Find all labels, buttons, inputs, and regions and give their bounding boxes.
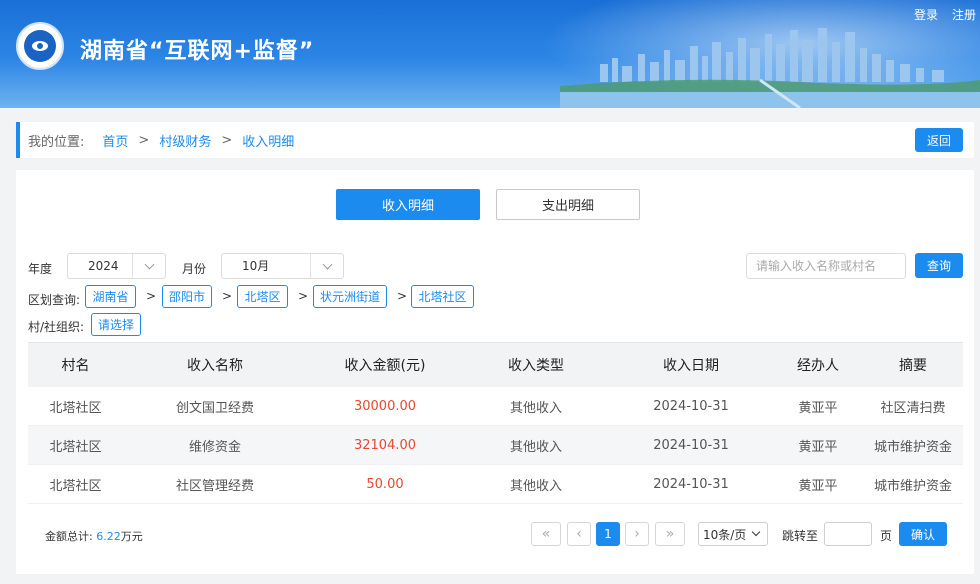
jump-page-input[interactable] [824, 522, 872, 546]
cell-income-type: 其他收入 [509, 400, 562, 416]
table-row: 北塔社区 社区管理经费 50.00 其他收入 2024-10-31 黄亚平 城市… [28, 465, 963, 504]
month-label: 月份 [182, 262, 207, 276]
cell-date: 2024-10-31 [653, 476, 729, 492]
table-row: 北塔社区 创文国卫经费 30000.00 其他收入 2024-10-31 黄亚平… [28, 387, 963, 426]
column-header: 收入类型 [508, 358, 564, 374]
jump-label: 跳转至 [782, 529, 819, 543]
page-size-select[interactable]: 10条/页 [698, 522, 768, 546]
breadcrumb-label: 我的位置: [28, 134, 85, 150]
region-community-chip[interactable]: 北塔社区 [411, 285, 474, 308]
table-row: 北塔社区 维修资金 32104.00 其他收入 2024-10-31 黄亚平 城… [28, 426, 963, 465]
back-button[interactable]: 返回 [915, 128, 963, 152]
org-label: 村/社组织: [28, 320, 85, 334]
confirm-jump-button[interactable]: 确认 [899, 522, 947, 546]
cell-handler: 黄亚平 [798, 400, 838, 416]
tab-expense-detail[interactable]: 支出明细 [496, 189, 640, 220]
column-header: 经办人 [797, 358, 839, 374]
breadcrumb: 我的位置: 首页 > 村级财务 > 收入明细 返回 [16, 122, 974, 158]
page-1-button[interactable]: 1 [596, 522, 620, 546]
total-unit: 万元 [120, 530, 143, 543]
region-street-chip[interactable]: 状元洲街道 [313, 285, 387, 308]
breadcrumb-separator: > [221, 132, 233, 148]
region-district-chip[interactable]: 北塔区 [237, 285, 288, 308]
cell-amount: 32104.00 [353, 437, 417, 453]
column-header: 摘要 [899, 358, 927, 374]
cell-village: 北塔社区 [49, 439, 102, 455]
city-skyline-image [560, 28, 980, 108]
prev-page-button[interactable]: ‹ [567, 522, 591, 546]
top-links: 登录 注册 [914, 6, 976, 23]
region-arrow: > [397, 289, 408, 303]
cell-date: 2024-10-31 [653, 437, 729, 453]
total-value: 6.22 [96, 530, 121, 543]
first-page-button[interactable]: « [531, 522, 561, 546]
breadcrumb-separator: > [138, 132, 150, 148]
double-chevron-right-icon: » [665, 526, 675, 542]
year-select-value: 2024 [88, 259, 119, 273]
column-header: 村名 [61, 358, 90, 374]
site-title: 湖南省“互联网+监督” [80, 39, 315, 64]
region-arrow: > [298, 289, 309, 303]
breadcrumb-home[interactable]: 首页 [102, 131, 128, 150]
year-label: 年度 [28, 262, 53, 276]
last-page-button[interactable]: » [655, 522, 685, 546]
cell-income-type: 其他收入 [509, 478, 562, 494]
year-select[interactable]: 2024 [67, 253, 166, 279]
month-select[interactable]: 10月 [221, 253, 344, 279]
cell-village: 北塔社区 [49, 400, 102, 416]
site-logo[interactable] [16, 22, 64, 70]
cell-amount: 50.00 [366, 476, 404, 492]
chevron-down-icon [322, 259, 333, 270]
cell-summary: 社区清扫费 [880, 400, 946, 416]
cell-income-name: 创文国卫经费 [175, 400, 254, 416]
amount-total: 金额总计: 6.22万元 [45, 528, 143, 544]
cell-income-name: 维修资金 [188, 439, 241, 455]
region-label: 区划查询: [28, 293, 81, 307]
breadcrumb-village-finance[interactable]: 村级财务 [159, 131, 211, 150]
search-button[interactable]: 查询 [915, 253, 963, 278]
region-arrow: > [146, 289, 157, 303]
double-chevron-left-icon: « [541, 526, 551, 542]
page-unit-label: 页 [880, 529, 893, 543]
chevron-left-icon: ‹ [576, 526, 582, 542]
search-input[interactable] [746, 253, 906, 279]
chevron-down-icon [751, 527, 761, 537]
region-city-chip[interactable]: 邵阳市 [162, 285, 212, 308]
register-link[interactable]: 注册 [952, 6, 976, 23]
next-page-button[interactable]: › [625, 522, 649, 546]
cell-date: 2024-10-31 [653, 398, 729, 414]
cell-amount: 30000.00 [353, 398, 417, 414]
breadcrumb-income-detail[interactable]: 收入明细 [242, 131, 294, 150]
eye-emblem-icon [24, 30, 56, 62]
region-province-chip[interactable]: 湖南省 [85, 285, 136, 308]
page-size-value: 10条/页 [703, 527, 747, 542]
month-select-value: 10月 [242, 259, 270, 273]
cell-income-type: 其他收入 [509, 439, 562, 455]
main-panel: 收入明细 支出明细 年度 2024 月份 10月 查询 区划查询: 湖南省 > … [16, 170, 974, 574]
cell-handler: 黄亚平 [798, 439, 838, 455]
login-link[interactable]: 登录 [914, 6, 938, 23]
table-header: 村名 收入名称 收入金额(元) 收入类型 收入日期 经办人 摘要 [28, 342, 963, 387]
column-header: 收入金额(元) [344, 358, 426, 374]
region-arrow: > [222, 289, 233, 303]
chevron-down-icon [144, 259, 155, 270]
cell-summary: 城市维护资金 [873, 478, 952, 494]
income-table: 村名 收入名称 收入金额(元) 收入类型 收入日期 经办人 摘要 北塔社区 创文… [28, 342, 963, 504]
total-label: 金额总计: [45, 530, 93, 543]
org-select-button[interactable]: 请选择 [91, 313, 141, 336]
chevron-right-icon: › [634, 526, 640, 542]
cell-village: 北塔社区 [49, 478, 102, 494]
cell-handler: 黄亚平 [798, 478, 838, 494]
cell-income-name: 社区管理经费 [175, 478, 254, 494]
tab-income-detail[interactable]: 收入明细 [336, 189, 480, 220]
column-header: 收入名称 [187, 358, 243, 374]
site-header: 湖南省“互联网+监督” 登录 注册 [0, 0, 980, 108]
column-header: 收入日期 [663, 358, 719, 374]
cell-summary: 城市维护资金 [873, 439, 952, 455]
